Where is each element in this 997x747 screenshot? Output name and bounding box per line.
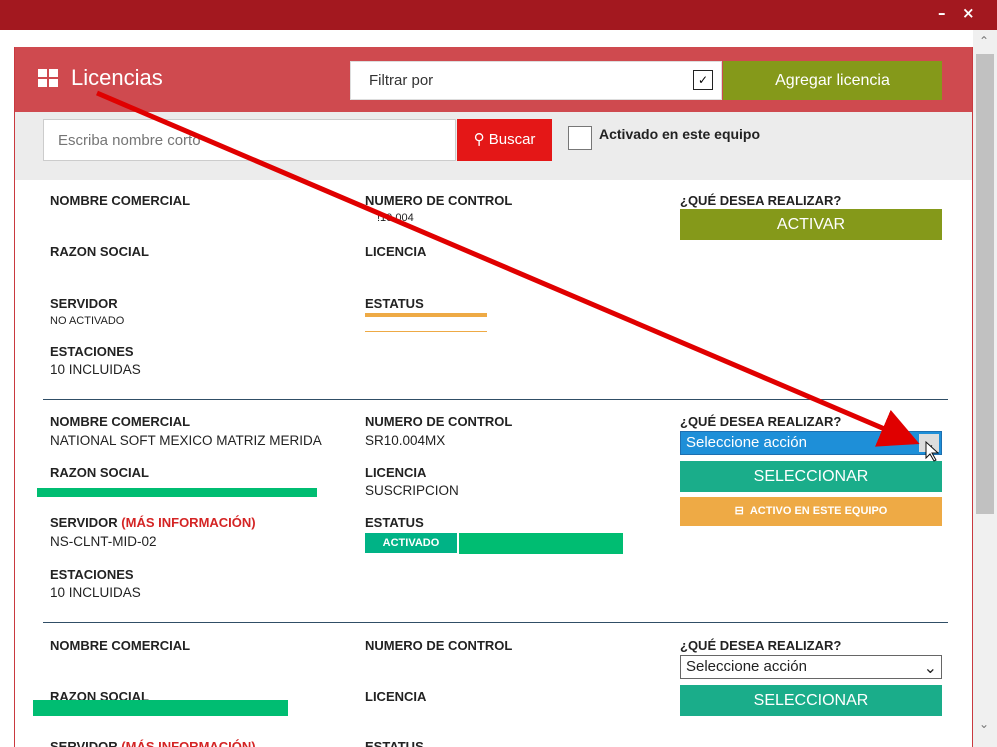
filter-select[interactable]: Filtrar por ✓	[350, 61, 722, 100]
status-underline	[365, 331, 487, 332]
label-razon-social: RAZON SOCIAL	[50, 244, 149, 259]
more-info-link[interactable]: (MÁS INFORMACIÓN)	[121, 515, 255, 530]
label-razon-social: RAZON SOCIAL	[50, 465, 149, 480]
activated-checkbox[interactable]	[568, 126, 592, 150]
status-badge: ACTIVADO	[365, 533, 457, 553]
panel-header: Licencias Filtrar por ✓ Agregar licencia	[15, 47, 972, 112]
action-select[interactable]: Seleccione acción ⌄	[680, 431, 942, 455]
numero-control-value: !10.004	[377, 212, 414, 224]
filter-select-value: Filtrar por	[369, 72, 434, 89]
label-nombre-comercial: NOMBRE COMERCIAL	[50, 414, 191, 429]
label-que-desea: ¿QUÉ DESEA REALIZAR?	[680, 638, 842, 653]
scrollbar-thumb[interactable]	[976, 54, 994, 514]
redaction-mask	[33, 700, 288, 716]
licencia-value: SUSCRIPCION	[365, 483, 459, 498]
label-estaciones: ESTACIONES	[50, 567, 134, 582]
minimize-button[interactable]: –	[938, 4, 946, 22]
status-bar	[365, 313, 487, 317]
licenses-grid-icon	[38, 69, 58, 87]
label-numero-control: NUMERO DE CONTROL	[365, 414, 513, 429]
activate-button[interactable]: ACTIVAR	[680, 209, 942, 240]
more-info-link[interactable]: (MÁS INFORMACIÓN)	[121, 739, 255, 747]
estaciones-value: 10 INCLUIDAS	[50, 362, 141, 377]
add-license-button[interactable]: Agregar licencia	[723, 61, 942, 100]
action-select-value: Seleccione acción	[686, 434, 807, 451]
label-estatus: ESTATUS	[365, 739, 424, 747]
redaction-mask	[459, 533, 623, 554]
label-numero-control: NUMERO DE CONTROL	[365, 193, 513, 208]
search-button-label: Buscar	[488, 131, 536, 148]
label-licencia: LICENCIA	[365, 244, 427, 259]
redaction-mask	[37, 488, 317, 497]
estaciones-value: 10 INCLUIDAS	[50, 585, 141, 600]
label-estaciones: ESTACIONES	[50, 344, 134, 359]
activated-checkbox-label: Activado en este equipo	[599, 126, 761, 142]
select-button[interactable]: SELECCIONAR	[680, 685, 942, 716]
record-divider	[43, 399, 948, 400]
active-on-this-device-button[interactable]: ⊟ ACTIVO EN ESTE EQUIPO	[680, 497, 942, 526]
licenses-panel: Licencias Filtrar por ✓ Agregar licencia…	[14, 47, 973, 747]
search-bar: ⚲ Buscar Activado en este equipo	[15, 112, 972, 180]
search-icon: ⚲	[473, 131, 485, 148]
label-numero-control: NUMERO DE CONTROL	[365, 638, 513, 653]
search-button[interactable]: ⚲ Buscar	[457, 119, 552, 161]
label-estatus: ESTATUS	[365, 296, 424, 311]
laptop-icon: ⊟	[734, 505, 744, 517]
label-nombre-comercial: NOMBRE COMERCIAL	[50, 193, 191, 208]
window-titlebar: – ×	[0, 0, 997, 30]
search-input[interactable]	[43, 119, 456, 161]
label-nombre-comercial: NOMBRE COMERCIAL	[50, 638, 191, 653]
numero-control-value: SR10.004MX	[365, 433, 446, 448]
action-select-value: Seleccione acción	[686, 658, 807, 675]
active-on-this-device-label: ACTIVO EN ESTE EQUIPO	[749, 505, 888, 517]
label-estatus: ESTATUS	[365, 515, 424, 530]
close-button[interactable]: ×	[962, 4, 975, 22]
scroll-down-icon[interactable]: ⌄	[979, 717, 991, 731]
action-select[interactable]: Seleccione acción ⌄	[680, 655, 942, 679]
vertical-scrollbar[interactable]: ⌃ ⌄	[973, 30, 997, 747]
chevron-down-icon[interactable]: ⌄	[919, 434, 939, 453]
select-button[interactable]: SELECCIONAR	[680, 461, 942, 492]
page-title: Licencias	[71, 65, 163, 90]
label-servidor: SERVIDOR	[50, 296, 118, 311]
label-servidor: SERVIDOR (MÁS INFORMACIÓN)	[50, 515, 256, 530]
label-licencia: LICENCIA	[365, 689, 427, 704]
label-servidor: SERVIDOR (MÁS INFORMACIÓN)	[50, 739, 256, 747]
chevron-down-icon[interactable]: ✓	[693, 70, 713, 90]
label-que-desea: ¿QUÉ DESEA REALIZAR?	[680, 414, 842, 429]
chevron-down-icon[interactable]: ⌄	[924, 658, 937, 677]
nombre-comercial-value: NATIONAL SOFT MEXICO MATRIZ MERIDA	[50, 433, 322, 448]
record-divider	[43, 622, 948, 623]
scroll-up-icon[interactable]: ⌃	[979, 34, 991, 48]
servidor-value: NO ACTIVADO	[50, 315, 125, 327]
label-licencia: LICENCIA	[365, 465, 427, 480]
label-que-desea: ¿QUÉ DESEA REALIZAR?	[680, 193, 842, 208]
servidor-value: NS-CLNT-MID-02	[50, 534, 157, 549]
